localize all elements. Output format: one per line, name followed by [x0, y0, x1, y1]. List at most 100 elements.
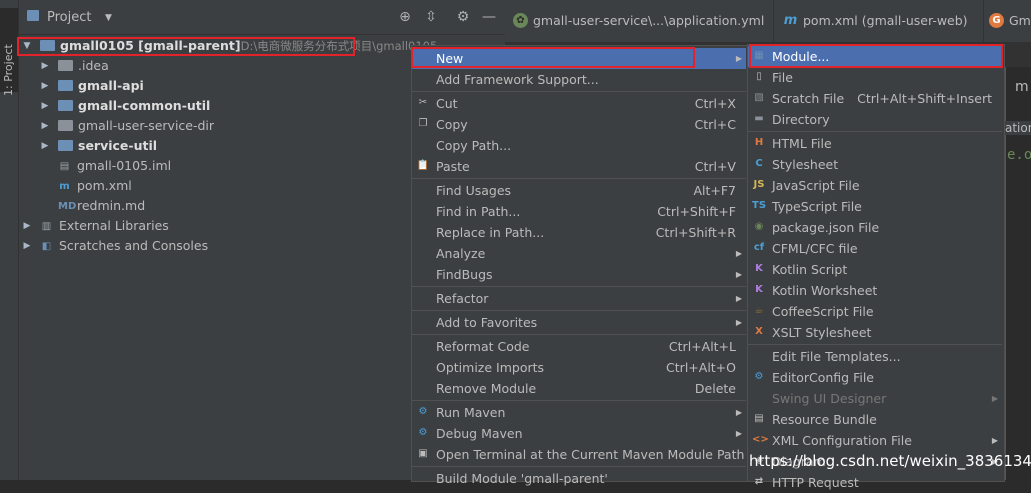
menu-item-open-terminal-at-the-current-maven-module-path[interactable]: ▣ Open Terminal at the Current Maven Modu… — [412, 444, 746, 465]
paste-icon: 📋 — [416, 160, 430, 171]
tree-node[interactable]: gmall-api — [58, 76, 144, 96]
menu-item-directory[interactable]: ▬ Directory — [748, 109, 1002, 130]
menu-item-cfml-cfc-file[interactable]: cf CFML/CFC file — [748, 238, 1002, 259]
menu-item-cut[interactable]: ✂ Cut Ctrl+X — [412, 93, 746, 114]
menu-item-typescript-file[interactable]: TS TypeScript File — [748, 196, 1002, 217]
tree-node[interactable]: m pom.xml — [58, 176, 132, 196]
markdown-file-icon: MD — [58, 200, 77, 212]
project-tool-tab-label: 1: Project — [2, 44, 15, 96]
menu-item-find-usages[interactable]: Find Usages Alt+F7 — [412, 180, 746, 201]
menu-item-label: package.json File — [772, 220, 880, 235]
npm-icon: ◉ — [754, 221, 764, 232]
menu-item-copy[interactable]: ❐ Copy Ctrl+C — [412, 114, 746, 135]
locate-icon[interactable]: ⊕ — [397, 9, 413, 25]
chevron-right-icon: ▶ — [735, 294, 742, 303]
kotlin-icon: K — [755, 284, 763, 295]
menu-item-scratch-file[interactable]: ▧ Scratch File Ctrl+Alt+Shift+Insert — [748, 88, 1002, 109]
menu-item-label: EditorConfig File — [772, 370, 874, 385]
hide-panel-icon[interactable]: — — [481, 9, 497, 25]
menu-item-analyze[interactable]: Analyze ▶ — [412, 243, 746, 264]
gear-icon[interactable]: ⚙ — [455, 9, 471, 25]
chevron-right-icon[interactable]: ▶ — [40, 96, 50, 116]
menu-item-label: CFML/CFC file — [772, 241, 858, 256]
menu-item-shortcut: Ctrl+C — [694, 117, 736, 132]
menu-item-label: Stylesheet — [772, 157, 839, 172]
menu-item-label: Optimize Imports — [436, 360, 545, 375]
module-folder-icon — [58, 100, 73, 111]
http-icon: ⇄ — [754, 476, 764, 487]
menu-item-label: TypeScript File — [772, 199, 862, 214]
menu-item-build-module-gmall-parent[interactable]: Build Module 'gmall-parent' — [412, 468, 746, 489]
iml-file-icon: ▤ — [59, 160, 70, 172]
chevron-right-icon[interactable]: ▶ — [40, 116, 50, 136]
file-icon: ▯ — [756, 71, 762, 82]
menu-item-stylesheet[interactable]: C Stylesheet — [748, 154, 1002, 175]
terminal-icon: ▣ — [418, 448, 428, 459]
collapse-all-icon[interactable]: ⇳ — [423, 9, 439, 25]
scratch-file-icon: ▧ — [754, 92, 764, 103]
chevron-down-icon[interactable]: ▼ — [105, 0, 112, 36]
highlight-module-item — [749, 44, 1003, 68]
module-folder-icon — [58, 140, 73, 151]
menu-item-label: FindBugs — [436, 267, 493, 282]
menu-item-kotlin-worksheet[interactable]: K Kotlin Worksheet — [748, 280, 1002, 301]
project-view-selector[interactable]: Project — [47, 0, 91, 36]
menu-item-kotlin-script[interactable]: K Kotlin Script — [748, 259, 1002, 280]
tree-node[interactable]: service-util — [58, 136, 157, 156]
tree-node[interactable]: ◧ Scratches and Consoles — [40, 236, 208, 256]
menu-item-http-request[interactable]: ⇄ HTTP Request — [748, 472, 1002, 493]
project-tool-tab[interactable]: 1: Project — [0, 8, 18, 96]
new-submenu: ▦ Module... ▯ File ▧ Scratch File Ctrl+Alt+Shi… — [747, 44, 1005, 490]
menu-item-add-framework-support[interactable]: Add Framework Support... — [412, 69, 746, 90]
tree-node[interactable]: .idea — [58, 56, 109, 76]
menu-item-findbugs[interactable]: FindBugs ▶ — [412, 264, 746, 285]
tree-node[interactable]: gmall-common-util — [58, 96, 210, 116]
menu-separator — [412, 466, 746, 467]
tab-label: Gm — [1009, 13, 1031, 28]
chevron-right-icon: ▶ — [735, 270, 742, 279]
chevron-right-icon[interactable]: ▶ — [22, 236, 32, 256]
menu-item-xml-configuration-file[interactable]: <> XML Configuration File ▶ — [748, 430, 1002, 451]
chevron-right-icon[interactable]: ▶ — [22, 216, 32, 236]
menu-item-html-file[interactable]: H HTML File — [748, 133, 1002, 154]
menu-item-edit-file-templates[interactable]: Edit File Templates... — [748, 346, 1002, 367]
tab-pom-xml[interactable]: m pom.xml (gmall-user-web) — [775, 0, 984, 42]
menu-item-resource-bundle[interactable]: ▤ Resource Bundle — [748, 409, 1002, 430]
editor-tab-bar: ✿ gmall-user-service\...\application.yml… — [505, 0, 1031, 43]
menu-item-remove-module[interactable]: Remove Module Delete — [412, 378, 746, 399]
tab-application-yml[interactable]: ✿ gmall-user-service\...\application.yml — [505, 0, 774, 42]
menu-item-add-to-favorites[interactable]: Add to Favorites ▶ — [412, 312, 746, 333]
menu-item-label: Swing UI Designer — [772, 391, 887, 406]
menu-item-copy-path[interactable]: Copy Path... — [412, 135, 746, 156]
menu-item-package-json-file[interactable]: ◉ package.json File — [748, 217, 1002, 238]
menu-item-label: Open Terminal at the Current Maven Modul… — [436, 447, 745, 462]
menu-item-debug-maven[interactable]: ⚙ Debug Maven ▶ — [412, 423, 746, 444]
menu-item-label: Add Framework Support... — [436, 72, 599, 87]
chevron-right-icon[interactable]: ▶ — [40, 76, 50, 96]
menu-item-run-maven[interactable]: ⚙ Run Maven ▶ — [412, 402, 746, 423]
menu-item-reformat-code[interactable]: Reformat Code Ctrl+Alt+L — [412, 336, 746, 357]
menu-item-javascript-file[interactable]: JS JavaScript File — [748, 175, 1002, 196]
menu-item-find-in-path[interactable]: Find in Path... Ctrl+Shift+F — [412, 201, 746, 222]
menu-item-file[interactable]: ▯ File — [748, 67, 1002, 88]
menu-item-editorconfig-file[interactable]: ⚙ EditorConfig File — [748, 367, 1002, 388]
tab-gm[interactable]: G Gm — [981, 0, 1031, 42]
tree-node[interactable]: gmall-user-service-dir — [58, 116, 214, 136]
menu-item-paste[interactable]: 📋 Paste Ctrl+V — [412, 156, 746, 177]
project-panel-header: Project ▼ ⊕ ⇳ ⚙ — — [19, 0, 505, 35]
editor-fragment: ationTe — [1005, 121, 1031, 135]
chevron-right-icon[interactable]: ▶ — [40, 136, 50, 156]
menu-item-label: Copy Path... — [436, 138, 512, 153]
menu-item-replace-in-path[interactable]: Replace in Path... Ctrl+Shift+R — [412, 222, 746, 243]
menu-item-refactor[interactable]: Refactor ▶ — [412, 288, 746, 309]
copy-icon: ❐ — [418, 118, 428, 129]
menu-item-xslt-stylesheet[interactable]: X XSLT Stylesheet — [748, 322, 1002, 343]
menu-item-label: Debug Maven — [436, 426, 523, 441]
tree-node[interactable]: ▥ External Libraries — [40, 216, 169, 236]
menu-item-optimize-imports[interactable]: Optimize Imports Ctrl+Alt+O — [412, 357, 746, 378]
tree-node[interactable]: ▤ gmall-0105.iml — [58, 156, 171, 176]
chevron-right-icon[interactable]: ▶ — [40, 56, 50, 76]
menu-item-label: Kotlin Script — [772, 262, 848, 277]
menu-item-coffeescript-file[interactable]: ☕ CoffeeScript File — [748, 301, 1002, 322]
tree-node[interactable]: MDredmin.md — [58, 196, 145, 216]
